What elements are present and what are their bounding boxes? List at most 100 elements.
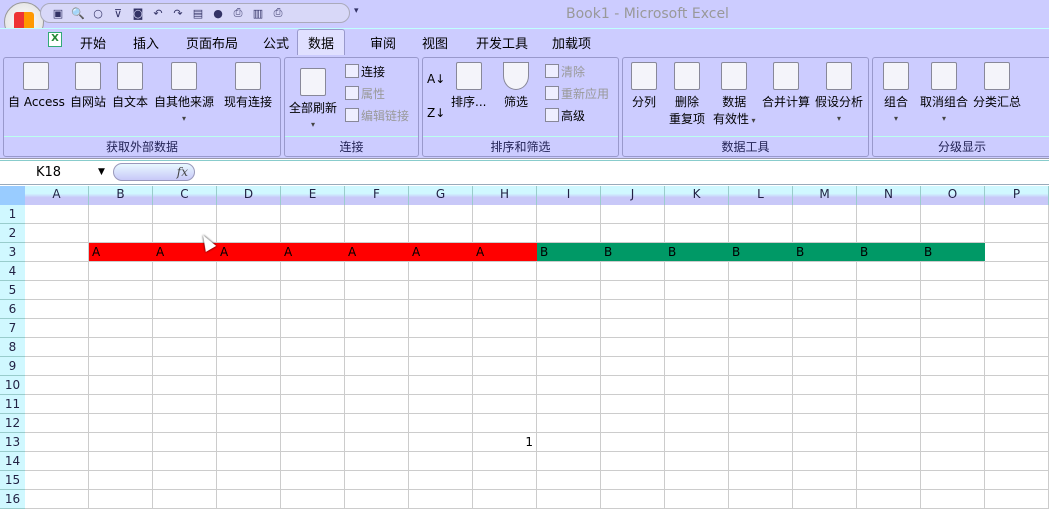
cell[interactable] xyxy=(473,262,537,281)
cell[interactable] xyxy=(601,338,665,357)
cell[interactable] xyxy=(473,300,537,319)
cell[interactable] xyxy=(89,376,153,395)
cell[interactable] xyxy=(985,452,1049,471)
cell[interactable] xyxy=(89,262,153,281)
column-header[interactable]: P xyxy=(985,186,1049,205)
column-header[interactable]: F xyxy=(345,186,409,205)
cell[interactable] xyxy=(153,376,217,395)
cell[interactable] xyxy=(537,452,601,471)
row-header[interactable]: 11 xyxy=(0,395,25,414)
cell[interactable] xyxy=(409,338,473,357)
cell[interactable] xyxy=(409,262,473,281)
tab-0[interactable]: 开始 xyxy=(80,33,106,52)
cell[interactable] xyxy=(857,262,921,281)
cell[interactable] xyxy=(665,281,729,300)
cell[interactable] xyxy=(409,471,473,490)
cell[interactable] xyxy=(857,433,921,452)
cell[interactable] xyxy=(473,395,537,414)
tab-5[interactable]: 审阅 xyxy=(370,33,396,52)
row-header[interactable]: 2 xyxy=(0,224,25,243)
column-header[interactable]: G xyxy=(409,186,473,205)
row-header[interactable]: 1 xyxy=(0,205,25,224)
tab-2[interactable]: 页面布局 xyxy=(186,33,238,52)
cell[interactable] xyxy=(153,452,217,471)
cell[interactable] xyxy=(921,376,985,395)
cell[interactable] xyxy=(153,338,217,357)
sort-ascending-button[interactable]: A↓ xyxy=(427,72,445,86)
cell[interactable] xyxy=(857,395,921,414)
reapply-button[interactable]: 重新应用 xyxy=(545,85,609,102)
cell[interactable] xyxy=(793,471,857,490)
cell[interactable] xyxy=(665,357,729,376)
cell[interactable] xyxy=(89,205,153,224)
cell[interactable] xyxy=(793,224,857,243)
cell[interactable] xyxy=(665,300,729,319)
cell[interactable] xyxy=(217,281,281,300)
cell[interactable] xyxy=(857,376,921,395)
cell[interactable] xyxy=(601,262,665,281)
cell[interactable] xyxy=(473,205,537,224)
cell[interactable] xyxy=(601,319,665,338)
cell[interactable] xyxy=(345,224,409,243)
cell[interactable] xyxy=(217,471,281,490)
group-button[interactable]: 组合 ▾ xyxy=(883,62,909,124)
name-box[interactable]: K18 xyxy=(36,165,61,180)
cell[interactable] xyxy=(89,357,153,376)
column-header[interactable]: H xyxy=(473,186,537,205)
cell[interactable] xyxy=(665,376,729,395)
cell[interactable] xyxy=(793,452,857,471)
cell[interactable] xyxy=(281,300,345,319)
cell[interactable] xyxy=(153,357,217,376)
tab-1[interactable]: 插入 xyxy=(133,33,159,52)
ungroup-button[interactable]: 取消组合 ▾ xyxy=(920,62,968,124)
cell[interactable] xyxy=(857,338,921,357)
cell[interactable] xyxy=(409,357,473,376)
cell[interactable] xyxy=(153,471,217,490)
cell[interactable] xyxy=(537,262,601,281)
row-header[interactable]: 16 xyxy=(0,490,25,509)
cell[interactable]: A xyxy=(89,243,153,262)
cell[interactable] xyxy=(857,414,921,433)
clear-button[interactable]: 清除 xyxy=(545,63,585,80)
cell[interactable] xyxy=(665,452,729,471)
connections-button[interactable]: 连接 xyxy=(345,63,385,80)
text-to-columns-button[interactable]: 分列 xyxy=(631,62,657,110)
cell[interactable] xyxy=(345,414,409,433)
cell[interactable] xyxy=(537,414,601,433)
cell[interactable] xyxy=(921,452,985,471)
cell[interactable] xyxy=(985,490,1049,509)
cell[interactable] xyxy=(153,395,217,414)
row-header[interactable]: 9 xyxy=(0,357,25,376)
cell[interactable]: A xyxy=(345,243,409,262)
cell[interactable] xyxy=(217,357,281,376)
cell[interactable] xyxy=(857,319,921,338)
cell[interactable] xyxy=(281,205,345,224)
row-header[interactable]: 7 xyxy=(0,319,25,338)
cell[interactable] xyxy=(921,490,985,509)
column-header[interactable]: I xyxy=(537,186,601,205)
column-header[interactable]: J xyxy=(601,186,665,205)
row-header[interactable]: 6 xyxy=(0,300,25,319)
cell[interactable] xyxy=(281,471,345,490)
row-header[interactable]: 5 xyxy=(0,281,25,300)
save-icon[interactable]: ▣ xyxy=(51,7,65,20)
from-other-sources-button[interactable]: 自其他来源 ▾ xyxy=(154,62,214,124)
cell[interactable] xyxy=(409,395,473,414)
consolidate-button[interactable]: 合并计算 xyxy=(762,62,810,110)
cell[interactable] xyxy=(665,205,729,224)
cell[interactable] xyxy=(537,471,601,490)
cell[interactable] xyxy=(729,433,793,452)
cell[interactable] xyxy=(473,452,537,471)
cell[interactable] xyxy=(857,281,921,300)
chart-icon[interactable]: ▥ xyxy=(251,7,265,20)
cell[interactable] xyxy=(985,300,1049,319)
cell[interactable] xyxy=(281,357,345,376)
cell[interactable] xyxy=(473,414,537,433)
cell[interactable] xyxy=(473,281,537,300)
cell[interactable] xyxy=(89,471,153,490)
column-header[interactable]: B xyxy=(89,186,153,205)
column-header[interactable]: N xyxy=(857,186,921,205)
cell[interactable] xyxy=(601,224,665,243)
cell[interactable] xyxy=(25,224,89,243)
cell[interactable] xyxy=(985,262,1049,281)
